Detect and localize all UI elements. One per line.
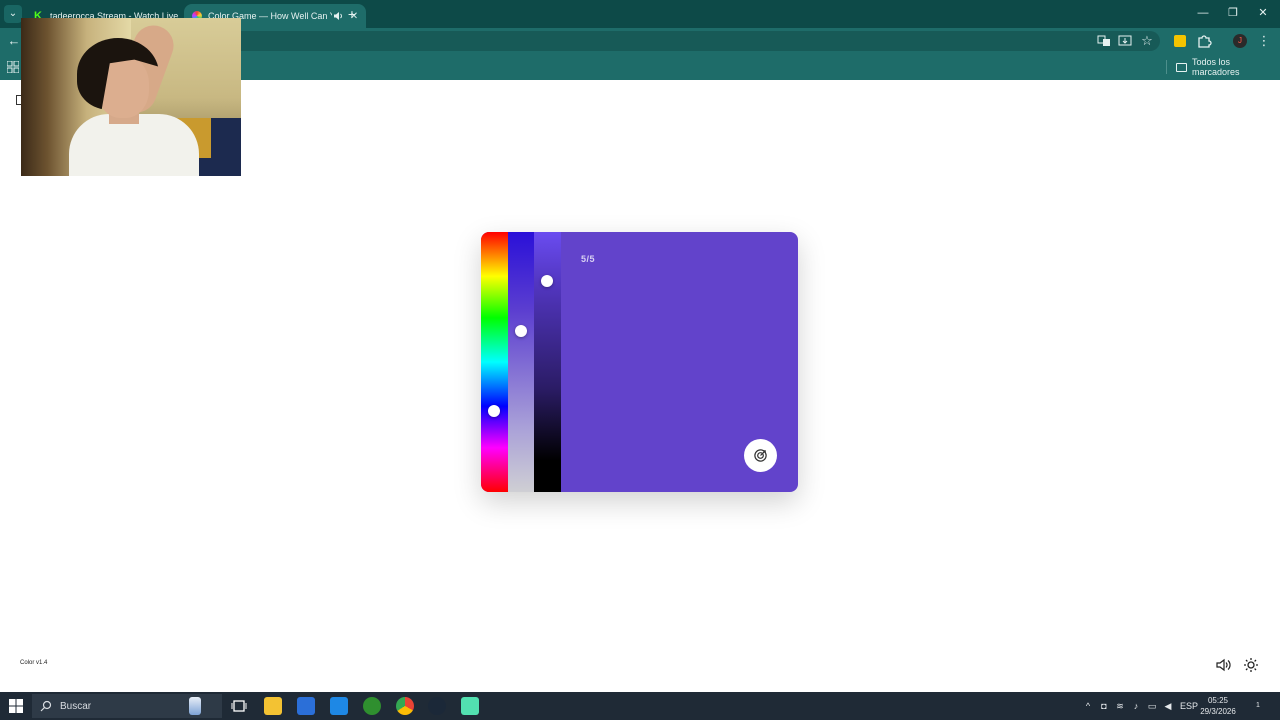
tray-network-icon[interactable]: ≋ xyxy=(1114,698,1126,714)
version-label: Color v1.4 xyxy=(20,660,48,666)
bookmark-star-icon[interactable]: ☆ xyxy=(1139,33,1155,49)
menu-kebab-icon[interactable]: ⋮ xyxy=(1256,33,1272,49)
saturation-slider[interactable] xyxy=(508,232,535,492)
sound-icon[interactable] xyxy=(1215,657,1231,673)
minimize-button[interactable]: — xyxy=(1188,4,1218,22)
bookmarks-separator xyxy=(1166,60,1167,74)
hue-slider[interactable] xyxy=(481,232,508,492)
xbox-icon[interactable] xyxy=(363,697,381,715)
windows-taskbar: Buscar ^ ◘ ≋ ♪ ▭ ◀ ESP 05:25 29/3/2026 1 xyxy=(0,692,1280,720)
address-bar[interactable] xyxy=(230,31,1160,51)
search-highlight-icon xyxy=(189,697,201,715)
chrome-icon[interactable] xyxy=(396,697,414,715)
tray-app-icon[interactable]: ◘ xyxy=(1098,698,1110,714)
speaker-icon[interactable] xyxy=(332,10,344,22)
close-window-button[interactable]: ✕ xyxy=(1248,4,1278,22)
target-icon xyxy=(754,449,767,462)
tab-search-button[interactable]: ⌄ xyxy=(4,5,22,23)
apps-grid-icon[interactable] xyxy=(7,61,19,73)
windows-start-icon[interactable] xyxy=(9,699,23,713)
language-indicator[interactable]: ESP xyxy=(1180,698,1198,714)
round-counter: 5/5 xyxy=(581,254,596,264)
clock-date: 29/3/2026 xyxy=(1200,707,1236,716)
search-placeholder: Buscar xyxy=(60,700,92,712)
kick-app-icon[interactable] xyxy=(461,697,479,715)
hue-slider-handle[interactable] xyxy=(488,405,500,418)
restore-button[interactable]: ❐ xyxy=(1218,4,1248,22)
install-app-icon[interactable] xyxy=(1117,33,1133,49)
folder-icon xyxy=(1176,62,1187,72)
theme-sun-icon[interactable] xyxy=(1243,657,1259,673)
store-icon[interactable] xyxy=(297,697,315,715)
lightness-slider-handle[interactable] xyxy=(541,275,553,288)
search-icon xyxy=(40,700,52,712)
tray-expand-icon[interactable]: ^ xyxy=(1082,698,1094,714)
color-game-card: 5/5 xyxy=(481,232,798,492)
file-explorer-icon[interactable] xyxy=(264,697,282,715)
submit-guess-button[interactable] xyxy=(744,439,777,472)
all-bookmarks-button[interactable]: Todos los marcadores xyxy=(1176,57,1280,77)
back-arrow-icon[interactable]: ← xyxy=(6,33,22,49)
all-bookmarks-label: Todos los marcadores xyxy=(1192,57,1240,77)
extensions-puzzle-icon[interactable] xyxy=(1196,33,1212,49)
steam-icon[interactable] xyxy=(428,697,446,715)
saturation-slider-handle[interactable] xyxy=(515,324,527,337)
clock-time: 05:25 xyxy=(1207,696,1229,705)
translate-icon[interactable] xyxy=(1096,33,1112,49)
profile-avatar[interactable]: J xyxy=(1233,34,1247,48)
volume-icon[interactable]: ◀ xyxy=(1162,698,1174,714)
webcam-overlay xyxy=(21,18,241,176)
notifications-icon[interactable]: 1 xyxy=(1250,698,1266,714)
lightness-slider[interactable] xyxy=(534,232,561,492)
task-view-icon[interactable] xyxy=(230,697,248,715)
outlook-icon[interactable] xyxy=(330,697,348,715)
display-icon[interactable]: ▭ xyxy=(1146,698,1158,714)
new-tab-button[interactable]: + xyxy=(345,6,359,22)
taskbar-clock[interactable]: 05:25 29/3/2026 xyxy=(1198,695,1238,717)
extension-icon[interactable] xyxy=(1174,35,1186,47)
microphone-icon[interactable]: ♪ xyxy=(1130,698,1142,714)
